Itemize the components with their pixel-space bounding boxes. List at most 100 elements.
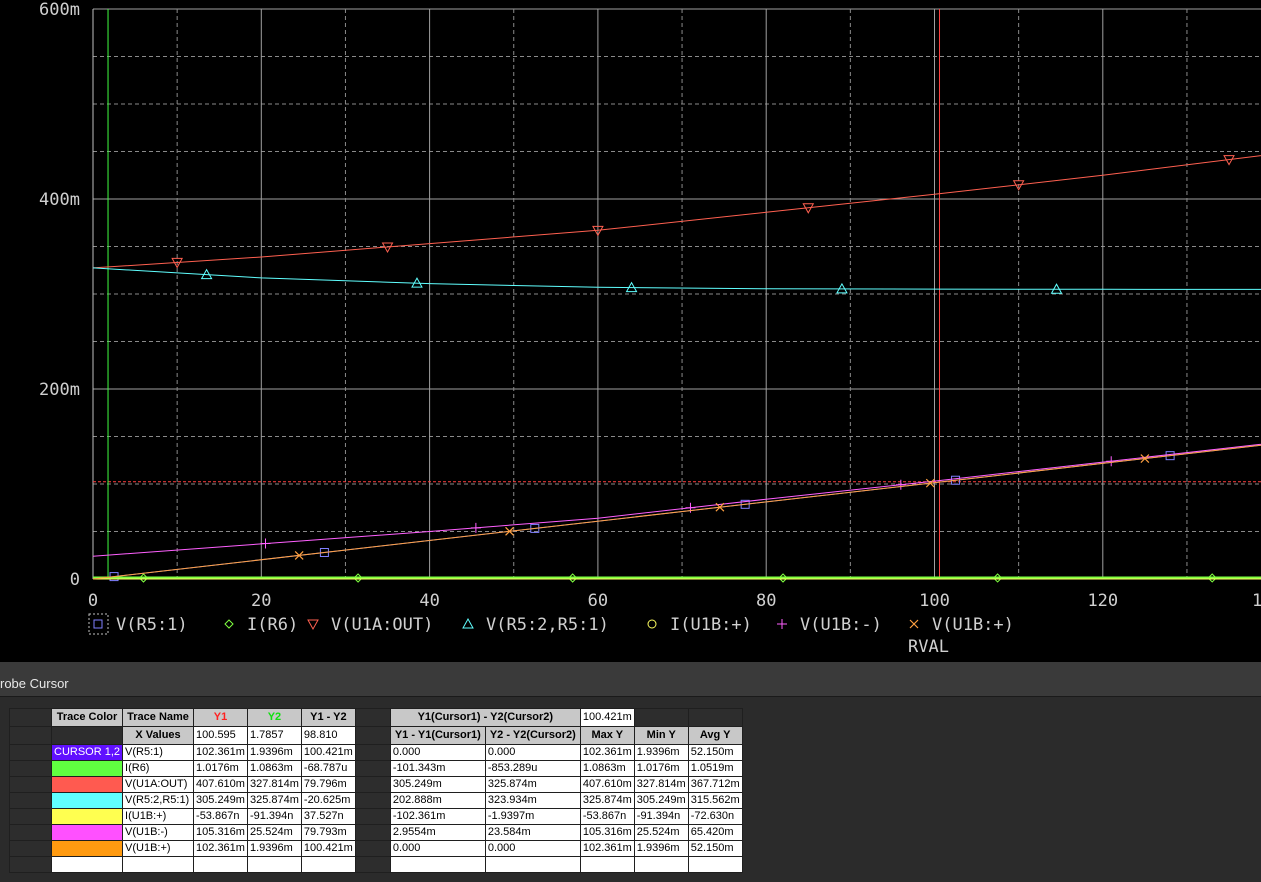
series-line[interactable] — [92, 267, 1261, 290]
series-marker — [1106, 456, 1117, 467]
x-tick-label: 1 — [1252, 591, 1261, 611]
trace-color-swatch — [50, 808, 124, 825]
y1-y2-cell: 37.527n — [300, 808, 356, 825]
probe-table[interactable]: Trace Color Trace Name Y1 Y2 Y1 - Y2 Y1(… — [9, 708, 743, 873]
legend-item-0[interactable]: V(R5:1) — [88, 613, 188, 635]
cursor-diff-value: 100.421m — [579, 708, 635, 727]
max-y-cell: -53.867n — [579, 808, 635, 825]
trace-name-cell: I(U1B:+) — [122, 808, 195, 825]
x-values-header[interactable]: X Values — [122, 726, 195, 745]
x-tick-label: 60 — [588, 591, 608, 611]
avg-y-cell: 52.150m — [687, 840, 743, 857]
y2-minus-cursor2-cell: 325.874m — [484, 776, 581, 793]
legend-item-1[interactable]: I(R6) — [224, 615, 298, 635]
series-line[interactable] — [92, 154, 1261, 269]
y1-minus-cursor1-cell: 305.249m — [389, 776, 486, 793]
legend-label: I(U1B:+) — [670, 615, 752, 635]
y-tick-label: 200m — [39, 380, 80, 400]
y1-minus-cursor1-cell: -101.343m — [389, 760, 486, 777]
y2-minus-y2c2-header[interactable]: Y2 - Y2(Cursor2) — [484, 726, 581, 745]
trace-color-swatch — [50, 824, 124, 841]
legend-item-3[interactable]: V(R5:2,R5:1) — [462, 615, 609, 635]
y1-minus-y1c1-header[interactable]: Y1 - Y1(Cursor1) — [389, 726, 486, 745]
plot-area[interactable]: 0 200m 400m 600m 0 20 40 60 80 100 120 1 V(R5:1) I(R… — [0, 0, 1261, 662]
avg-y-header[interactable]: Avg Y — [687, 726, 743, 745]
avg-y-cell: 65.420m — [687, 824, 743, 841]
y1-header[interactable]: Y1 — [193, 708, 248, 727]
legend-marker — [93, 619, 103, 629]
series-marker — [260, 538, 271, 549]
row-header-cell — [9, 744, 52, 761]
table-row[interactable]: I(U1B:+) -53.867n -91.394n 37.527n -102.361m… — [9, 808, 743, 825]
y1-y2-header[interactable]: Y1 - Y2 — [300, 708, 356, 727]
trace-name-header[interactable]: Trace Name — [122, 708, 195, 727]
y1-minus-cursor1-cell: 202.888m — [389, 792, 486, 809]
row-header-cell — [9, 840, 52, 857]
x-y2-value: 1.7857 — [246, 726, 302, 745]
trace-color-swatch — [50, 856, 124, 873]
spacer-cell — [354, 726, 391, 745]
corner-cell — [9, 708, 52, 727]
legend-item-6[interactable]: V(U1B:+) — [909, 615, 1014, 635]
x-tick-label: 100 — [919, 591, 950, 611]
y2-cell — [246, 856, 302, 873]
cursor-diff-header[interactable]: Y1(Cursor1) - Y2(Cursor2) — [389, 708, 581, 727]
table-row[interactable] — [9, 856, 743, 873]
max-y-header[interactable]: Max Y — [579, 726, 635, 745]
max-y-cell: 325.874m — [579, 792, 635, 809]
y2-cell: 25.524m — [246, 824, 302, 841]
y2-minus-cursor2-cell: -1.9397m — [484, 808, 581, 825]
min-y-cell: 305.249m — [633, 792, 689, 809]
table-row[interactable]: V(R5:2,R5:1) 305.249m 325.874m -20.625m 202.… — [9, 792, 743, 809]
y2-minus-cursor2-cell: -853.289u — [484, 760, 581, 777]
min-y-cell — [633, 856, 689, 873]
probe-title: robe Cursor — [0, 676, 69, 691]
trace-name-cell: V(R5:1) — [122, 744, 195, 761]
x-tick-label: 40 — [419, 591, 439, 611]
avg-y-cell: -72.630n — [687, 808, 743, 825]
y1-cell: -53.867n — [193, 808, 248, 825]
spacer-cell — [50, 726, 124, 745]
avg-y-cell — [687, 856, 743, 873]
trace-color-swatch — [50, 840, 124, 857]
table-row[interactable]: CURSOR 1,2 V(R5:1) 102.361m 1.9396m 100.421m… — [9, 744, 743, 761]
trace-name-cell: V(U1B:+) — [122, 840, 195, 857]
y1-cell: 102.361m — [193, 840, 248, 857]
trace-name-cell: I(R6) — [122, 760, 195, 777]
min-y-cell: 1.0176m — [633, 760, 689, 777]
spacer-cell — [354, 824, 391, 841]
trace-name-cell: V(U1A:OUT) — [122, 776, 195, 793]
y2-header[interactable]: Y2 — [246, 708, 302, 727]
avg-y-cell: 367.712m — [687, 776, 743, 793]
probe-header-row-1: Trace Color Trace Name Y1 Y2 Y1 - Y2 Y1(… — [9, 708, 743, 727]
table-row[interactable]: V(U1A:OUT) 407.610m 327.814m 79.796m 305.249… — [9, 776, 743, 793]
legend-marker — [307, 619, 319, 631]
series-marker — [836, 282, 848, 294]
series-3 — [92, 267, 1261, 294]
legend-label: I(R6) — [247, 615, 298, 635]
table-row[interactable]: I(R6) 1.0176m 1.0863m -68.787u -101.343m -853… — [9, 760, 743, 777]
legend-item-2[interactable]: V(U1A:OUT) — [307, 615, 433, 635]
series-line[interactable] — [92, 443, 1261, 557]
table-row[interactable]: V(U1B:-) 105.316m 25.524m 79.793m 2.9554m 23.… — [9, 824, 743, 841]
series-5 — [92, 443, 1261, 557]
legend-item-5[interactable]: V(U1B:-) — [777, 615, 882, 635]
legend-marker — [224, 619, 234, 629]
y2-cell: -91.394n — [246, 808, 302, 825]
y2-minus-cursor2-cell: 0.000 — [484, 744, 581, 761]
legend-marker — [462, 617, 474, 629]
series-marker — [1050, 283, 1063, 294]
spacer-cell — [354, 856, 391, 873]
probe-title-bar[interactable]: robe Cursor — [0, 662, 1261, 697]
plot-svg[interactable]: 0 200m 400m 600m 0 20 40 60 80 100 120 1 V(R5:1) I(R… — [0, 0, 1261, 662]
trace-color-header[interactable]: Trace Color — [50, 708, 124, 727]
y1-y2-cell: 100.421m — [300, 840, 356, 857]
min-y-cell: 1.9396m — [633, 744, 689, 761]
table-row[interactable]: V(U1B:+) 102.361m 1.9396m 100.421m 0.000 0.00… — [9, 840, 743, 857]
legend-label: V(U1B:+) — [932, 615, 1014, 635]
y-tick-label: 600m — [39, 0, 80, 20]
y2-minus-cursor2-cell — [484, 856, 581, 873]
max-y-cell: 1.0863m — [579, 760, 635, 777]
min-y-header[interactable]: Min Y — [633, 726, 689, 745]
legend-item-4[interactable]: I(U1B:+) — [647, 615, 752, 635]
